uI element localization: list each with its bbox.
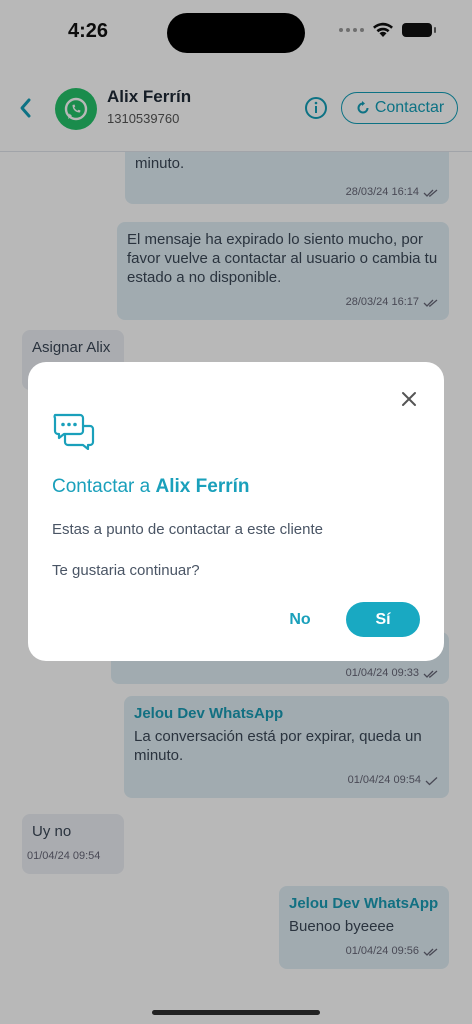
contact-modal: Contactar a Alix Ferrín Estas a punto de… xyxy=(28,362,444,661)
modal-title: Contactar a Alix Ferrín xyxy=(52,476,250,497)
modal-message: Estas a punto de contactar a este client… xyxy=(52,521,324,538)
close-icon[interactable] xyxy=(400,390,418,408)
yes-button[interactable]: Sí xyxy=(346,602,420,637)
modal-question: Te gustaria continuar? xyxy=(52,562,200,579)
modal-title-name: Alix Ferrín xyxy=(155,476,250,497)
no-button[interactable]: No xyxy=(280,602,320,638)
home-indicator xyxy=(152,1010,320,1015)
chat-bubbles-icon xyxy=(53,413,95,450)
